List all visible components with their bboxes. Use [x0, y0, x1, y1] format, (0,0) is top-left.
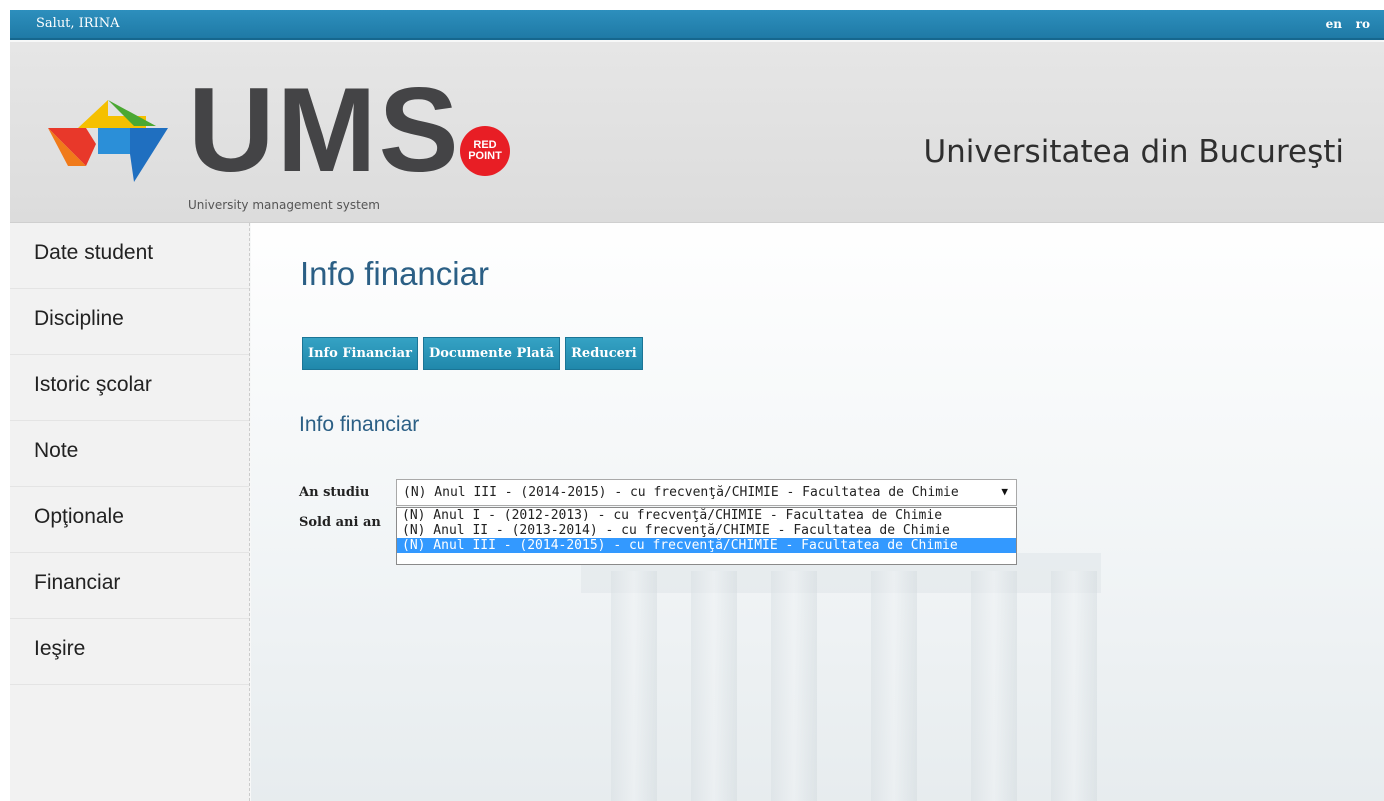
- tab-bar: Info Financiar Documente Plată Reduceri: [302, 337, 643, 370]
- sidebar-item-discipline[interactable]: Discipline: [10, 289, 249, 355]
- caret-down-icon: ▼: [1001, 485, 1008, 498]
- badge-bottom-text: POINT: [468, 150, 502, 162]
- main-content: Info financiar Info Financiar Documente …: [251, 223, 1384, 801]
- sidebar: Date student Discipline Istoric şcolar N…: [10, 223, 250, 801]
- dropdown-option[interactable]: (N) Anul I - (2012-2013) - cu frecvenţă/…: [397, 508, 1016, 523]
- section-title: Info financiar: [299, 413, 420, 436]
- dropdown-option-selected[interactable]: (N) Anul III - (2014-2015) - cu frecvenţ…: [397, 538, 1016, 553]
- greeting: Salut, IRINA: [36, 16, 120, 31]
- top-bar: Salut, IRINA en ro: [10, 10, 1384, 40]
- logo-text: UMS: [188, 63, 461, 197]
- select-value: (N) Anul III - (2014-2015) - cu frecvenţ…: [403, 485, 959, 500]
- page: Salut, IRINA en ro UMS University manage…: [10, 10, 1384, 801]
- an-studiu-label: An studiu: [299, 485, 370, 500]
- sidebar-item-optionale[interactable]: Opţionale: [10, 487, 249, 553]
- an-studiu-dropdown-list: (N) Anul I - (2012-2013) - cu frecvenţă/…: [396, 507, 1017, 565]
- sidebar-item-iesire[interactable]: Ieşire: [10, 619, 249, 685]
- background-column: [971, 571, 1017, 801]
- redpoint-badge: RED POINT: [460, 126, 510, 176]
- sold-label: Sold ani an: [299, 515, 381, 530]
- background-column: [771, 571, 817, 801]
- university-name: Universitatea din Bucureşti: [923, 134, 1344, 170]
- tab-info-financiar[interactable]: Info Financiar: [302, 337, 418, 370]
- tab-reduceri[interactable]: Reduceri: [565, 337, 643, 370]
- sidebar-item-note[interactable]: Note: [10, 421, 249, 487]
- header: UMS University management system RED POI…: [10, 42, 1384, 223]
- language-ro-link[interactable]: ro: [1356, 17, 1370, 31]
- sidebar-item-date-student[interactable]: Date student: [10, 223, 249, 289]
- page-title: Info financiar: [300, 255, 489, 292]
- ums-logo-icon: [48, 100, 168, 182]
- tab-documente-plata[interactable]: Documente Plată: [422, 337, 561, 370]
- background-column: [1051, 571, 1097, 801]
- language-en-link[interactable]: en: [1326, 17, 1342, 31]
- background-column: [871, 571, 917, 801]
- background-column: [611, 571, 657, 801]
- an-studiu-select[interactable]: (N) Anul III - (2014-2015) - cu frecvenţ…: [396, 479, 1017, 506]
- sidebar-item-istoric-scolar[interactable]: Istoric şcolar: [10, 355, 249, 421]
- logo-subtitle: University management system: [188, 198, 380, 212]
- background-column: [691, 571, 737, 801]
- sidebar-item-financiar[interactable]: Financiar: [10, 553, 249, 619]
- dropdown-option[interactable]: (N) Anul II - (2013-2014) - cu frecvenţă…: [397, 523, 1016, 538]
